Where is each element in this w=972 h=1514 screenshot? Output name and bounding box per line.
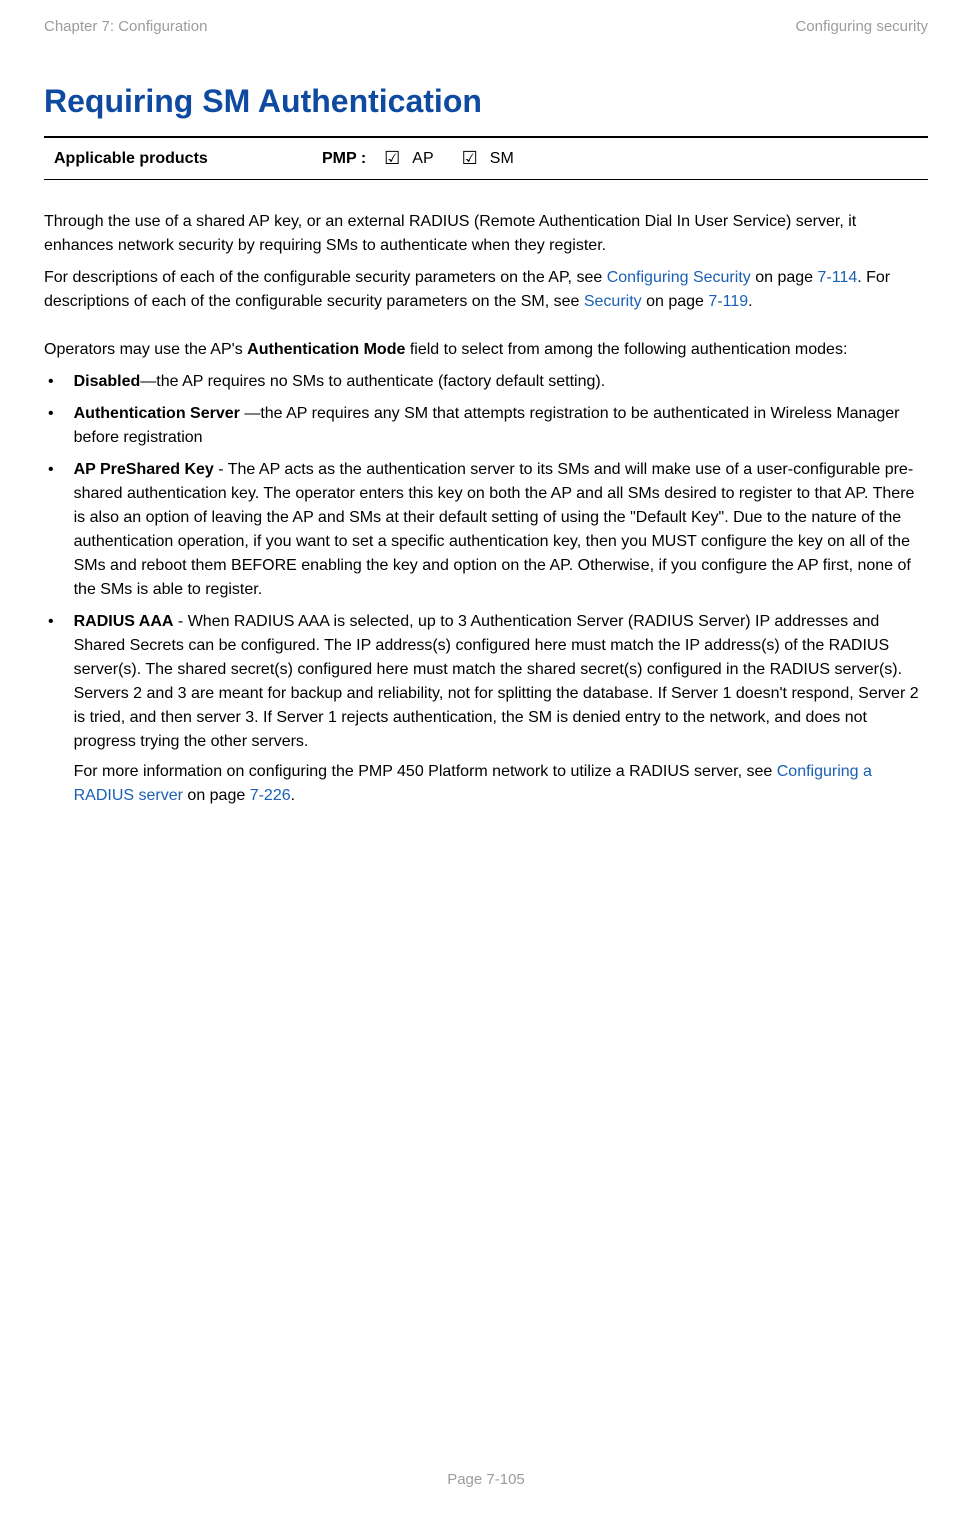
- list-item: Authentication Server —the AP requires a…: [44, 402, 928, 450]
- applicable-products-label: Applicable products: [54, 150, 322, 168]
- bullet-bold: Authentication Server: [74, 405, 245, 422]
- applicable-products-row: Applicable products PMP : ☑ AP ☑ SM: [44, 148, 928, 169]
- bullet-extra-paragraph: For more information on configuring the …: [74, 760, 928, 808]
- header-left: Chapter 7: Configuration: [44, 18, 207, 35]
- p2-text: For descriptions of each of the configur…: [44, 269, 607, 286]
- checkbox-sm: ☑ SM: [462, 148, 514, 169]
- pmp-prefix: PMP :: [322, 150, 366, 168]
- link-security[interactable]: Security: [584, 293, 646, 310]
- divider-bottom: [44, 179, 928, 180]
- intro-paragraph-3: Operators may use the AP's Authenticatio…: [44, 338, 928, 362]
- bullet-bold: Disabled: [74, 373, 141, 390]
- list-item: Disabled—the AP requires no SMs to authe…: [44, 370, 928, 394]
- list-item: AP PreShared Key - The AP acts as the au…: [44, 458, 928, 602]
- bullet-text: —the AP requires no SMs to authenticate …: [140, 373, 605, 390]
- checkbox-ap: ☑ AP: [384, 148, 433, 169]
- link-page-7-119[interactable]: 7-119: [708, 293, 748, 310]
- p3-text: Operators may use the AP's: [44, 341, 247, 358]
- bullet-text: - The AP acts as the authentication serv…: [74, 461, 915, 598]
- checkbox-label-sm: SM: [490, 150, 514, 168]
- link-page-7-114[interactable]: 7-114: [818, 269, 858, 286]
- bullet-text: - When RADIUS AAA is selected, up to 3 A…: [74, 613, 919, 750]
- p3-bold: Authentication Mode: [247, 341, 405, 358]
- auth-modes-list: Disabled—the AP requires no SMs to authe…: [44, 370, 928, 808]
- bullet-bold: AP PreShared Key: [74, 461, 214, 478]
- divider-top: [44, 136, 928, 138]
- bullet-extra-text: on page: [183, 787, 250, 804]
- link-configuring-security[interactable]: Configuring Security: [607, 269, 751, 286]
- bullet-extra-text: For more information on configuring the …: [74, 763, 777, 780]
- intro-paragraph-2: For descriptions of each of the configur…: [44, 266, 928, 314]
- intro-paragraph-1: Through the use of a shared AP key, or a…: [44, 210, 928, 258]
- page-header: Chapter 7: Configuration Configuring sec…: [44, 18, 928, 35]
- p2-text: .: [748, 293, 752, 310]
- list-item: RADIUS AAA - When RADIUS AAA is selected…: [44, 610, 928, 808]
- link-page-7-226[interactable]: 7-226: [250, 787, 291, 804]
- checkmark-icon: ☑: [462, 148, 478, 169]
- bullet-bold: RADIUS AAA: [74, 613, 174, 630]
- page-footer: Page 7-105: [0, 1471, 972, 1488]
- page-title: Requiring SM Authentication: [44, 83, 928, 120]
- p2-text: on page: [751, 269, 818, 286]
- p3-text: field to select from among the following…: [405, 341, 847, 358]
- header-right: Configuring security: [795, 18, 928, 35]
- checkbox-label-ap: AP: [412, 150, 433, 168]
- bullet-extra-text: .: [291, 787, 295, 804]
- p2-text: on page: [646, 293, 708, 310]
- checkmark-icon: ☑: [384, 148, 400, 169]
